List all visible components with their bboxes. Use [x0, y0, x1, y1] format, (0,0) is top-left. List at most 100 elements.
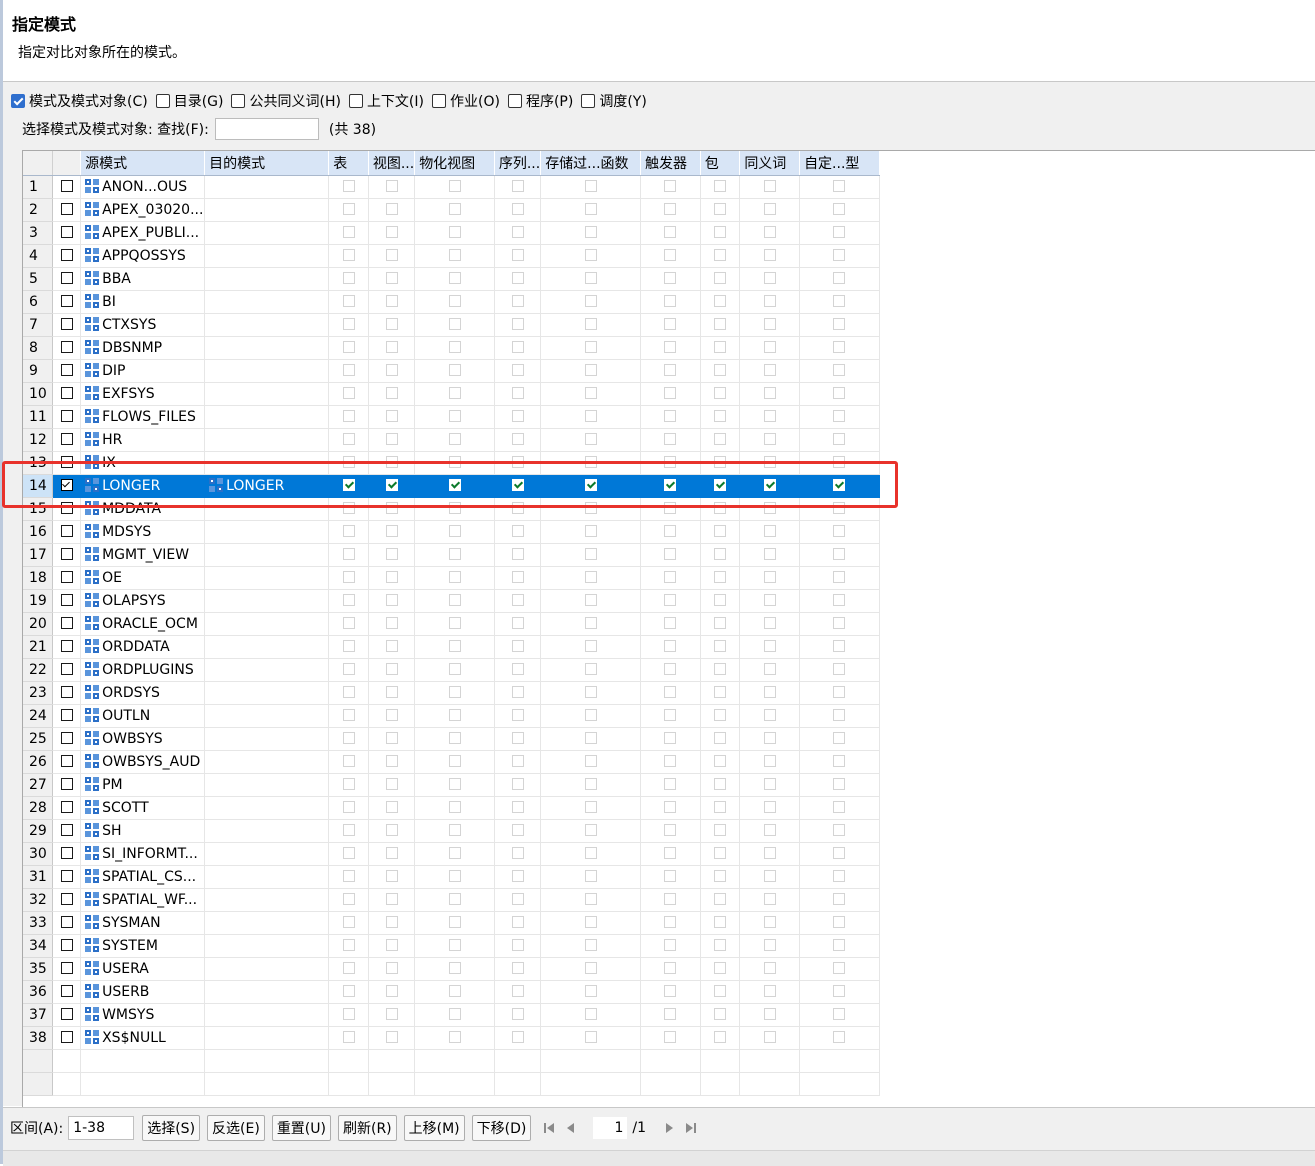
- object-checkbox[interactable]: [584, 225, 597, 238]
- object-checkbox[interactable]: [664, 248, 677, 261]
- table-row[interactable]: 8 DBSNMP: [23, 336, 1315, 360]
- table-row[interactable]: 23 ORDSYS: [23, 681, 1315, 705]
- table-row[interactable]: 32 SPATIAL_WF...: [23, 888, 1315, 912]
- row-checkbox[interactable]: [60, 915, 73, 928]
- row-checkbox[interactable]: [60, 317, 73, 330]
- object-type-cell[interactable]: [540, 428, 641, 452]
- object-checkbox[interactable]: [664, 317, 677, 330]
- object-type-cell[interactable]: [799, 405, 880, 429]
- object-checkbox[interactable]: [342, 501, 355, 514]
- object-type-cell[interactable]: [640, 474, 701, 498]
- object-checkbox[interactable]: [584, 317, 597, 330]
- object-type-cell[interactable]: [540, 359, 641, 383]
- object-checkbox[interactable]: [664, 570, 677, 583]
- row-select-cell[interactable]: [52, 865, 82, 889]
- object-checkbox[interactable]: [385, 938, 398, 951]
- object-checkbox[interactable]: [833, 248, 846, 261]
- target-schema-cell[interactable]: [204, 428, 330, 452]
- object-checkbox[interactable]: [342, 938, 355, 951]
- object-type-cell[interactable]: [799, 221, 880, 245]
- row-checkbox[interactable]: [60, 892, 73, 905]
- object-type-cell[interactable]: [640, 175, 701, 199]
- row-checkbox[interactable]: [60, 708, 73, 721]
- object-type-cell[interactable]: [328, 290, 369, 314]
- object-type-cell[interactable]: [700, 911, 741, 935]
- target-schema-cell[interactable]: [204, 497, 330, 521]
- source-schema-cell[interactable]: CTXSYS: [80, 313, 206, 337]
- object-type-cell[interactable]: [700, 244, 741, 268]
- object-checkbox[interactable]: [342, 432, 355, 445]
- object-checkbox[interactable]: [342, 708, 355, 721]
- target-schema-cell[interactable]: [204, 313, 330, 337]
- object-type-cell[interactable]: [494, 612, 542, 636]
- object-checkbox[interactable]: [714, 915, 727, 928]
- object-type-cell[interactable]: [739, 336, 801, 360]
- object-type-cell[interactable]: [739, 290, 801, 314]
- object-type-cell[interactable]: [494, 750, 542, 774]
- object-type-cell[interactable]: [739, 635, 801, 659]
- row-checkbox[interactable]: [60, 455, 73, 468]
- object-checkbox[interactable]: [511, 915, 524, 928]
- object-type-cell[interactable]: [494, 980, 542, 1004]
- target-schema-cell[interactable]: [204, 290, 330, 314]
- object-type-cell[interactable]: [739, 244, 801, 268]
- object-type-cell[interactable]: [799, 750, 880, 774]
- object-type-cell[interactable]: [328, 980, 369, 1004]
- object-type-cell[interactable]: [328, 1026, 369, 1050]
- object-checkbox[interactable]: [664, 777, 677, 790]
- object-checkbox[interactable]: [714, 961, 727, 974]
- table-row[interactable]: 18 OE: [23, 566, 1315, 590]
- object-type-cell[interactable]: [739, 566, 801, 590]
- object-checkbox[interactable]: [714, 1030, 727, 1043]
- object-checkbox[interactable]: [763, 984, 776, 997]
- row-checkbox[interactable]: [60, 823, 73, 836]
- object-checkbox[interactable]: [763, 294, 776, 307]
- target-schema-cell[interactable]: [204, 980, 330, 1004]
- object-checkbox[interactable]: [714, 639, 727, 652]
- object-checkbox[interactable]: [833, 1007, 846, 1020]
- object-checkbox[interactable]: [664, 754, 677, 767]
- object-type-cell[interactable]: [368, 635, 416, 659]
- row-select-cell[interactable]: [52, 796, 82, 820]
- object-checkbox[interactable]: [511, 386, 524, 399]
- option-checkbox[interactable]: [507, 94, 522, 108]
- object-type-cell[interactable]: [799, 198, 880, 222]
- source-schema-cell[interactable]: DBSNMP: [80, 336, 206, 360]
- object-checkbox[interactable]: [385, 501, 398, 514]
- object-checkbox[interactable]: [448, 800, 461, 813]
- object-checkbox[interactable]: [584, 846, 597, 859]
- source-schema-cell[interactable]: OUTLN: [80, 704, 206, 728]
- target-schema-cell[interactable]: [204, 1026, 330, 1050]
- object-type-cell[interactable]: [540, 566, 641, 590]
- target-schema-cell[interactable]: [204, 819, 330, 843]
- object-type-cell[interactable]: [328, 267, 369, 291]
- object-type-cell[interactable]: [739, 980, 801, 1004]
- object-type-cell[interactable]: [414, 451, 495, 475]
- object-type-cell[interactable]: [799, 497, 880, 521]
- target-schema-cell[interactable]: LONGER: [204, 474, 330, 498]
- object-checkbox[interactable]: [664, 938, 677, 951]
- object-checkbox[interactable]: [763, 892, 776, 905]
- object-type-cell[interactable]: [368, 681, 416, 705]
- object-type-cell[interactable]: [640, 796, 701, 820]
- object-type-cell[interactable]: [368, 428, 416, 452]
- object-type-cell[interactable]: [739, 451, 801, 475]
- object-type-cell[interactable]: [328, 796, 369, 820]
- object-checkbox[interactable]: [342, 961, 355, 974]
- object-type-cell[interactable]: [700, 888, 741, 912]
- object-type-cell[interactable]: [739, 842, 801, 866]
- source-schema-cell[interactable]: XS$NULL: [80, 1026, 206, 1050]
- object-type-cell[interactable]: [540, 773, 641, 797]
- object-checkbox[interactable]: [833, 800, 846, 813]
- target-schema-cell[interactable]: [204, 267, 330, 291]
- source-schema-cell[interactable]: ORACLE_OCM: [80, 612, 206, 636]
- row-checkbox[interactable]: [60, 432, 73, 445]
- object-type-cell[interactable]: [700, 727, 741, 751]
- row-select-cell[interactable]: [52, 543, 82, 567]
- object-type-cell[interactable]: [700, 221, 741, 245]
- table-row[interactable]: 4 APPQOSSYS: [23, 244, 1315, 268]
- object-type-cell[interactable]: [799, 842, 880, 866]
- object-checkbox[interactable]: [714, 317, 727, 330]
- object-checkbox[interactable]: [714, 225, 727, 238]
- object-type-cell[interactable]: [799, 635, 880, 659]
